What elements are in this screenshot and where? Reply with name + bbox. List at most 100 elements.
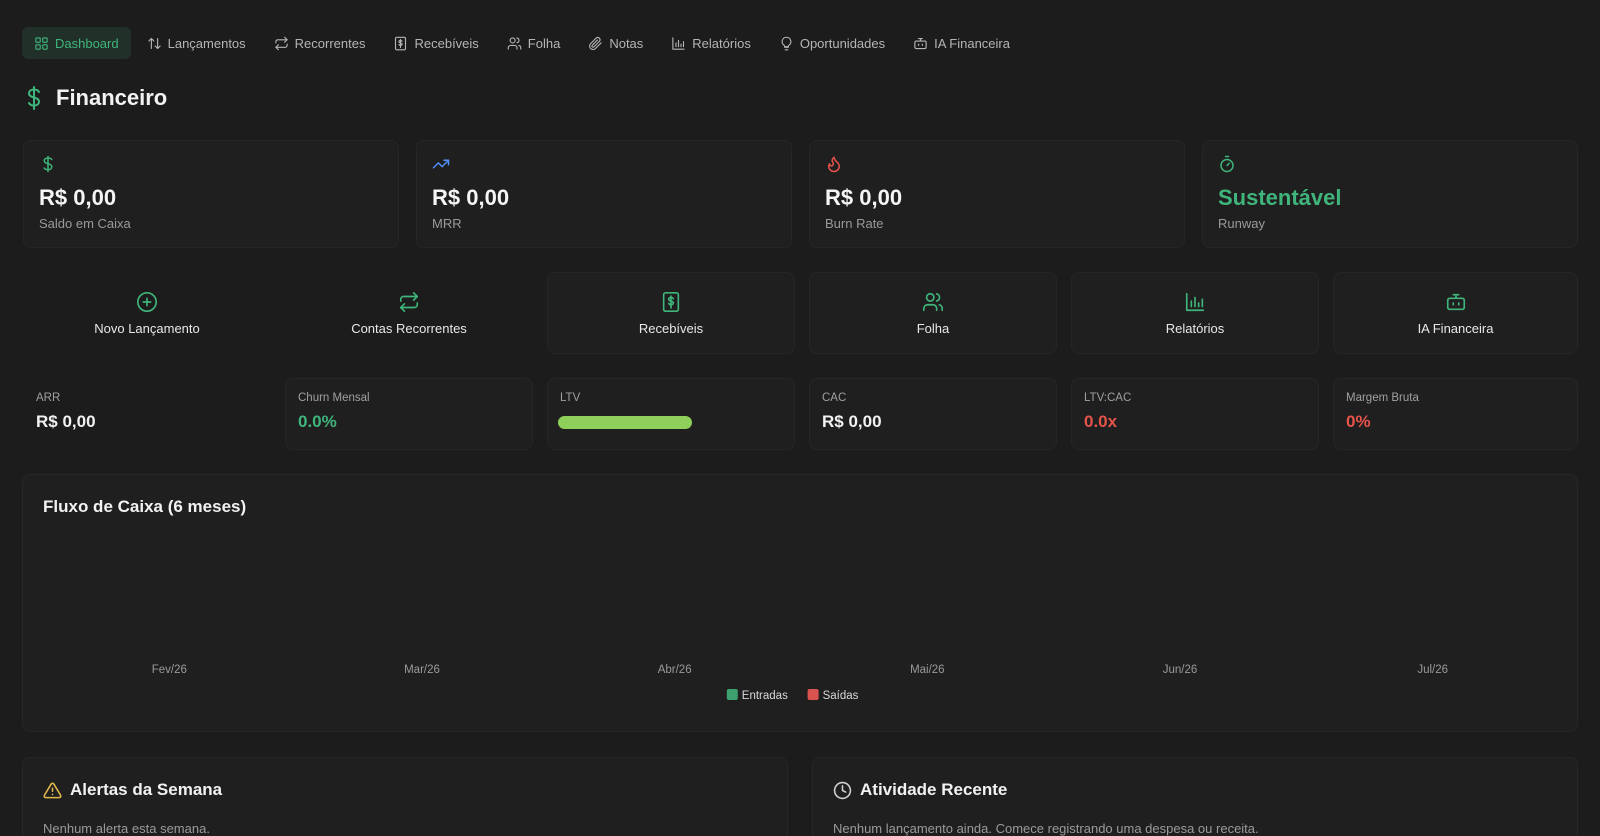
nav-label: Recebíveis xyxy=(414,35,479,51)
x-tick-label: Mai/26 xyxy=(910,664,945,676)
warning-icon xyxy=(43,782,62,798)
kpi-mrr-card: R$ 0,00 MRR xyxy=(416,140,792,248)
nav-recorrentes[interactable]: Recorrentes xyxy=(262,27,378,59)
nav-ia-financeira[interactable]: IA Financeira xyxy=(901,27,1022,59)
quick-action-contas-recorrentes[interactable]: Contas Recorrentes xyxy=(285,272,533,354)
x-tick-label: Fev/26 xyxy=(152,664,187,676)
nav-label: Dashboard xyxy=(55,35,119,51)
bar-chart-icon xyxy=(672,36,685,50)
metric-label: Churn Mensal xyxy=(298,392,370,404)
alerts-title-text: Alertas da Semana xyxy=(70,780,223,799)
metric-value: R$ 0,00 xyxy=(822,412,882,431)
metric-value: 0.0x xyxy=(1084,412,1118,431)
nav-label: Oportunidades xyxy=(799,35,886,51)
ltv-highlight xyxy=(558,416,692,429)
x-tick-label: Mar/26 xyxy=(404,664,440,676)
kpi-label: Runway xyxy=(1218,216,1265,231)
nav-lancamentos[interactable]: Lançamentos xyxy=(135,27,258,59)
top-nav: Dashboard Lançamentos Recorrentes Recebí… xyxy=(22,27,1022,59)
dollar-icon xyxy=(27,86,41,110)
nav-label: Lançamentos xyxy=(167,35,246,51)
kpi-value: Sustentável xyxy=(1218,185,1342,210)
metric-ltv-cac: LTV:CAC 0.0x xyxy=(1071,378,1319,450)
activity-card: Atividade Recente Nenhum lançamento aind… xyxy=(812,757,1578,836)
metric-label: ARR xyxy=(36,392,61,404)
activity-title: Atividade Recente xyxy=(833,780,1007,800)
legend-label: Entradas xyxy=(742,690,788,702)
quick-action-novo-lancamento[interactable]: Novo Lançamento xyxy=(23,272,271,354)
quick-action-label: Novo Lançamento xyxy=(94,320,200,336)
nav-recebiveis[interactable]: Recebíveis xyxy=(381,27,490,59)
repeat-icon xyxy=(399,291,419,312)
nav-dashboard[interactable]: Dashboard xyxy=(22,27,131,59)
page-title-text: Financeiro xyxy=(56,85,168,110)
metric-label: Margem Bruta xyxy=(1346,392,1419,404)
quick-action-label: Contas Recorrentes xyxy=(351,320,467,336)
kpi-saldo-card: R$ 0,00 Saldo em Caixa xyxy=(23,140,399,248)
nav-label: Notas xyxy=(609,35,644,51)
nav-folha[interactable]: Folha xyxy=(495,27,573,59)
metric-cac: CAC R$ 0,00 xyxy=(809,378,1057,450)
kpi-value: R$ 0,00 xyxy=(39,185,117,210)
bot-icon xyxy=(1446,293,1465,310)
repeat-icon xyxy=(274,36,288,50)
alerts-empty: Nenhum alerta esta semana. xyxy=(43,821,210,836)
arrows-updown-icon xyxy=(147,37,161,49)
activity-empty: Nenhum lançamento ainda. Comece registra… xyxy=(833,821,1259,836)
metric-margem-bruta: Margem Bruta 0% xyxy=(1333,378,1578,450)
page-title: Financeiro xyxy=(24,85,167,111)
nav-label: IA Financeira xyxy=(934,35,1010,51)
users-icon xyxy=(507,36,522,50)
x-tick-label: Abr/26 xyxy=(658,664,692,676)
activity-title-text: Atividade Recente xyxy=(860,780,1008,799)
bar-chart-icon xyxy=(1185,292,1205,311)
quick-action-ia-financeira[interactable]: IA Financeira xyxy=(1333,272,1578,354)
metric-label: LTV:CAC xyxy=(1084,392,1132,404)
alerts-title: Alertas da Semana xyxy=(43,780,222,800)
nav-label: Folha xyxy=(527,35,561,51)
nav-oportunidades[interactable]: Oportunidades xyxy=(767,27,897,59)
metric-arr: ARR R$ 0,00 xyxy=(23,378,271,450)
kpi-label: Burn Rate xyxy=(825,216,884,231)
quick-action-label: Folha xyxy=(916,320,950,336)
kpi-runway-card: Sustentável Runway xyxy=(1202,140,1578,248)
kpi-label: MRR xyxy=(432,216,462,231)
quick-action-recebiveis[interactable]: Recebíveis xyxy=(547,272,795,354)
x-tick-label: Jul/26 xyxy=(1417,664,1448,676)
metric-value: 0.0% xyxy=(298,412,337,431)
quick-action-relatorios[interactable]: Relatórios xyxy=(1071,272,1319,354)
grid-icon xyxy=(35,36,48,50)
users-icon xyxy=(923,292,943,311)
legend-swatch-saídas xyxy=(807,689,819,700)
metric-label: LTV xyxy=(560,392,581,404)
nav-relatorios[interactable]: Relatórios xyxy=(659,27,763,59)
quick-action-folha[interactable]: Folha xyxy=(809,272,1057,354)
dollar-icon xyxy=(43,155,53,173)
metric-label: CAC xyxy=(822,392,847,404)
receipt-icon xyxy=(662,291,680,312)
kpi-value: R$ 0,00 xyxy=(432,185,510,210)
flame-icon xyxy=(828,156,840,173)
metric-churn: Churn Mensal 0.0% xyxy=(285,378,533,450)
kpi-value: R$ 0,00 xyxy=(825,185,903,210)
paperclip-icon xyxy=(589,36,603,50)
lightbulb-icon xyxy=(781,36,792,50)
timer-icon xyxy=(1220,155,1234,173)
x-tick-label: Jun/26 xyxy=(1163,664,1198,676)
metric-ltv: LTV xyxy=(547,378,795,450)
metric-value: R$ 0,00 xyxy=(36,412,96,431)
quick-action-label: IA Financeira xyxy=(1417,320,1494,336)
nav-label: Relatórios xyxy=(692,35,751,51)
receipt-icon xyxy=(395,36,407,50)
legend-label: Saídas xyxy=(823,690,859,702)
kpi-burn-card: R$ 0,00 Burn Rate xyxy=(809,140,1185,248)
cashflow-card: Fluxo de Caixa (6 meses) Fev/26 Mar/26 Abr… xyxy=(22,474,1578,732)
trending-up-icon xyxy=(432,159,450,169)
bot-icon xyxy=(914,37,927,49)
kpi-label: Saldo em Caixa xyxy=(39,216,131,231)
nav-notas[interactable]: Notas xyxy=(576,27,655,59)
clock-icon xyxy=(833,781,852,799)
quick-action-label: Relatórios xyxy=(1165,320,1225,336)
plus-circle-icon xyxy=(137,291,157,312)
alerts-card: Alertas da Semana Nenhum alerta esta sem… xyxy=(22,757,788,836)
